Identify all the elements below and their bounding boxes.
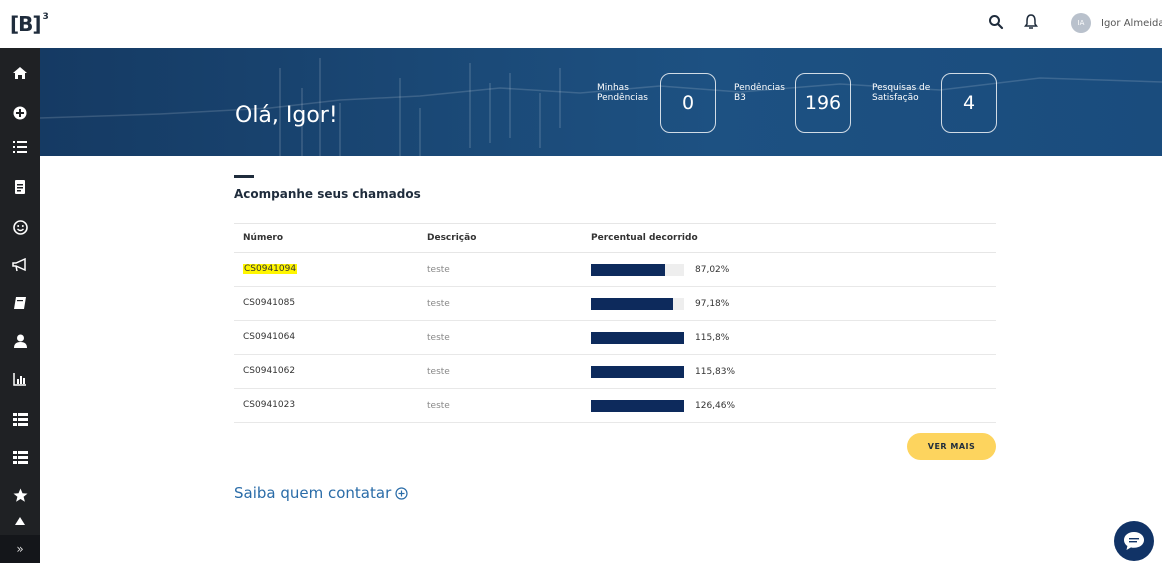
ticket-description: teste <box>427 265 450 275</box>
chat-icon <box>1124 532 1144 550</box>
table-row[interactable]: CS0941064 teste 115,8% <box>234 321 996 355</box>
ticket-number[interactable]: CS0941085 <box>243 298 295 308</box>
table-row[interactable]: CS0941023 teste 126,46% <box>234 389 996 423</box>
column-header-numero: Número <box>243 233 284 243</box>
progress-bar <box>591 332 684 344</box>
plus-circle-icon <box>13 106 27 120</box>
ticket-description: teste <box>427 401 450 411</box>
ticket-description: teste <box>427 367 450 377</box>
avatar[interactable]: IA <box>1071 13 1091 33</box>
user-icon <box>13 334 27 348</box>
stat-pesquisas-value[interactable]: 4 <box>941 73 997 133</box>
progress-bar <box>591 298 684 310</box>
megaphone-icon <box>12 258 26 272</box>
home-icon <box>13 67 27 79</box>
stat-minhas-pendencias-label: Minhas Pendências <box>597 83 648 103</box>
sidebar-expand-button[interactable]: » <box>0 535 40 563</box>
smile-icon <box>12 219 28 235</box>
stat-pesquisas-label: Pesquisas de Satisfação <box>872 83 931 103</box>
pin-icon <box>15 517 25 525</box>
ticket-percent: 115,8% <box>695 333 730 343</box>
top-bar: [B]3 IA Igor Almeida* <box>0 0 1162 48</box>
table-header: Número Descrição Percentual decorrido <box>234 223 996 253</box>
progress-fill <box>591 400 684 412</box>
table-list-icon <box>12 450 28 464</box>
chat-button[interactable] <box>1114 521 1154 561</box>
table-row[interactable]: CS0941062 teste 115,83% <box>234 355 996 389</box>
section-title: Acompanhe seus chamados <box>234 187 421 201</box>
saiba-label: Saiba quem contatar <box>234 484 392 502</box>
progress-bar <box>591 366 684 378</box>
sidebar-item-table-2[interactable] <box>0 440 40 474</box>
bell-icon[interactable] <box>1024 14 1042 32</box>
ticket-description: teste <box>427 333 450 343</box>
document-icon <box>15 180 25 194</box>
table-row[interactable]: CS0941085 teste 97,18% <box>234 287 996 321</box>
progress-bar <box>591 264 684 276</box>
saiba-quem-contatar-link[interactable]: Saiba quem contatar <box>234 484 408 502</box>
sidebar-item-profile[interactable] <box>0 324 40 358</box>
stat-pendencias-b3-value[interactable]: 196 <box>795 73 851 133</box>
sidebar-item-home[interactable] <box>0 56 40 90</box>
sidebar-item-reports[interactable] <box>0 362 40 396</box>
sidebar-item-table-1[interactable] <box>0 402 40 436</box>
stat-pendencias-b3-label: Pendências B3 <box>734 83 785 103</box>
section-accent-bar <box>234 175 254 178</box>
sidebar-item-library[interactable] <box>0 286 40 320</box>
table-row[interactable]: CS0941094 teste 87,02% <box>234 253 996 287</box>
table-list-icon <box>12 412 28 426</box>
sidebar-item-announcements[interactable] <box>0 248 40 282</box>
sidebar-item-favorites[interactable] <box>0 478 40 512</box>
search-icon[interactable] <box>988 14 1006 32</box>
star-icon <box>13 488 27 502</box>
column-header-descricao: Descrição <box>427 233 477 243</box>
plus-circle-icon <box>395 486 408 500</box>
greeting: Olá, Igor! <box>235 103 338 128</box>
progress-fill <box>591 264 665 276</box>
sidebar-item-list[interactable] <box>0 130 40 164</box>
progress-fill <box>591 366 684 378</box>
column-header-percentual: Percentual decorrido <box>591 233 698 243</box>
ticket-description: teste <box>427 299 450 309</box>
user-name[interactable]: Igor Almeida* <box>1101 18 1162 29</box>
b3-logo[interactable]: [B] 3 <box>10 12 49 36</box>
list-icon <box>13 141 27 153</box>
user-menu[interactable]: IA Igor Almeida* <box>1071 12 1162 34</box>
sidebar-item-pinned[interactable] <box>0 510 40 534</box>
stat-minhas-pendencias-value[interactable]: 0 <box>660 73 716 133</box>
progress-bar <box>591 400 684 412</box>
sidebar-item-satisfaction[interactable] <box>0 210 40 244</box>
ticket-number[interactable]: CS0941023 <box>243 400 295 410</box>
ticket-number[interactable]: CS0941094 <box>243 264 298 274</box>
bar-chart-icon <box>13 373 26 386</box>
ticket-number[interactable]: CS0941064 <box>243 332 295 342</box>
sidebar-item-documents[interactable] <box>0 170 40 204</box>
ver-mais-button[interactable]: VER MAIS <box>907 433 996 460</box>
ticket-percent: 115,83% <box>695 367 736 377</box>
ticket-percent: 126,46% <box>695 401 736 411</box>
book-icon <box>14 297 26 309</box>
ticket-percent: 87,02% <box>695 265 730 275</box>
ticket-number[interactable]: CS0941062 <box>243 366 295 376</box>
sidebar: » <box>0 48 40 563</box>
ticket-percent: 97,18% <box>695 299 730 309</box>
welcome-banner: Olá, Igor! Minhas Pendências 0 Pendências… <box>40 48 1162 156</box>
sidebar-item-new[interactable] <box>0 96 40 130</box>
progress-fill <box>591 332 684 344</box>
progress-fill <box>591 298 673 310</box>
tickets-table: Número Descrição Percentual decorrido CS… <box>234 223 996 423</box>
